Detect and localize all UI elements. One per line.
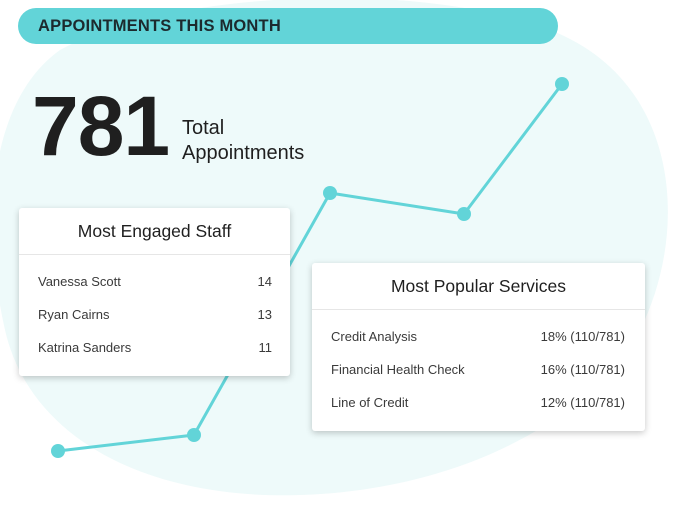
total-appointments-label: Total Appointments [182, 116, 304, 166]
staff-name: Katrina Sanders [38, 340, 132, 355]
service-name: Financial Health Check [331, 362, 465, 377]
staff-card-title: Most Engaged Staff [19, 208, 290, 255]
service-name: Line of Credit [331, 395, 409, 410]
staff-name: Ryan Cairns [38, 307, 110, 322]
stat-label-line1: Total [182, 117, 225, 139]
trend-point [323, 186, 337, 200]
staff-row: Ryan Cairns 13 [38, 298, 272, 331]
total-appointments-value: 781 [32, 79, 170, 173]
services-list: Credit Analysis 18% (110/781) Financial … [312, 310, 645, 419]
staff-row: Katrina Sanders 11 [38, 331, 272, 364]
service-share: 16% (110/781) [540, 362, 625, 377]
trend-point [51, 444, 65, 458]
staff-count: 14 [257, 274, 272, 289]
staff-count: 11 [258, 340, 273, 355]
trend-point [555, 77, 569, 91]
service-name: Credit Analysis [331, 329, 417, 344]
staff-count: 13 [257, 307, 272, 322]
trend-point [187, 428, 201, 442]
service-share: 12% (110/781) [540, 395, 625, 410]
service-row: Financial Health Check 16% (110/781) [331, 353, 625, 386]
staff-list: Vanessa Scott 14 Ryan Cairns 13 Katrina … [19, 255, 290, 364]
service-row: Credit Analysis 18% (110/781) [331, 320, 625, 353]
trend-point [457, 207, 471, 221]
services-card-title: Most Popular Services [312, 263, 645, 310]
service-row: Line of Credit 12% (110/781) [331, 386, 625, 419]
staff-row: Vanessa Scott 14 [38, 265, 272, 298]
service-share: 18% (110/781) [540, 329, 625, 344]
most-engaged-staff-card: Most Engaged Staff Vanessa Scott 14 Ryan… [19, 208, 290, 376]
most-popular-services-card: Most Popular Services Credit Analysis 18… [312, 263, 645, 431]
staff-name: Vanessa Scott [38, 274, 121, 289]
stat-label-line2: Appointments [182, 142, 305, 164]
